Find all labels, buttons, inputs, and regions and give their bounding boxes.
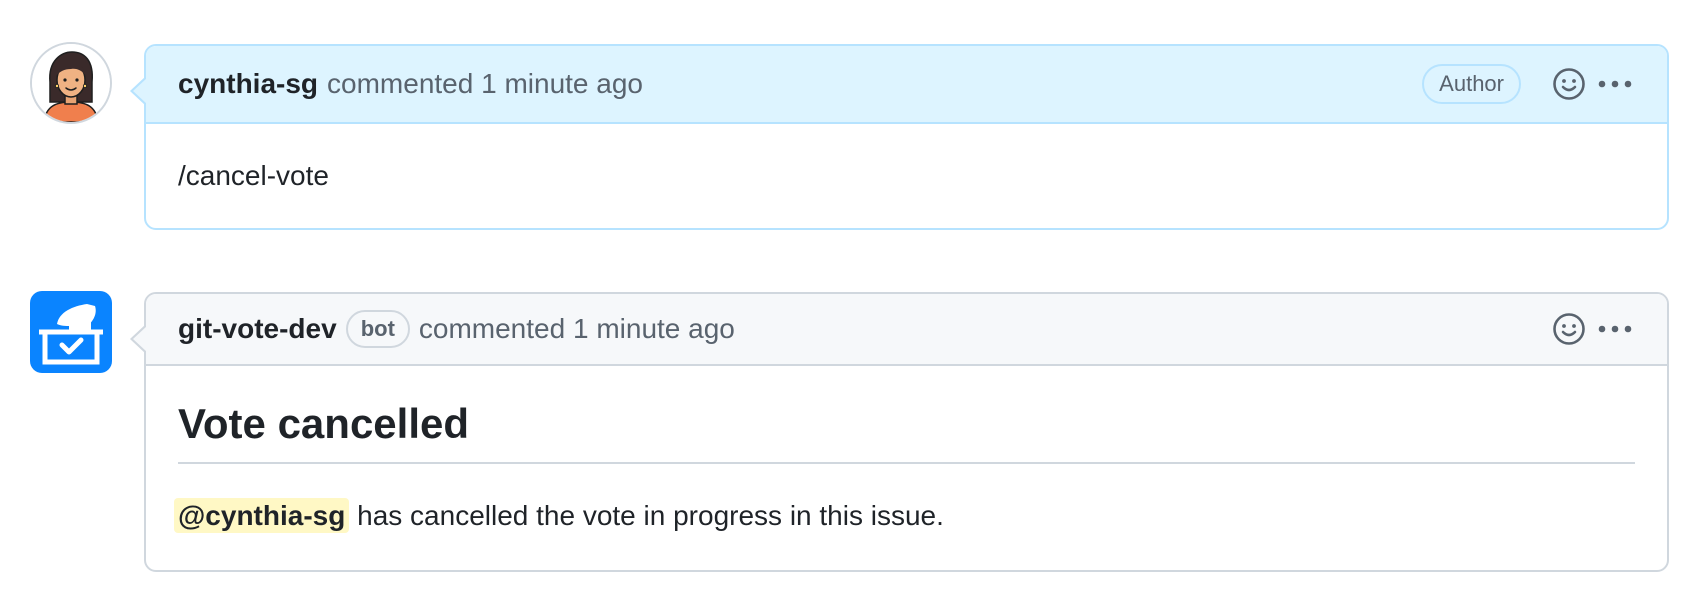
author-badge: Author	[1422, 64, 1521, 104]
kebab-horizontal-icon	[1598, 80, 1632, 88]
more-options-button[interactable]	[1595, 64, 1635, 104]
more-options-button[interactable]	[1595, 309, 1635, 349]
smiley-icon	[1553, 68, 1585, 100]
comment-action: commented	[418, 313, 566, 344]
comment-header: cynthia-sg commented 1 minute ago Author	[146, 46, 1667, 124]
issue-timeline: cynthia-sg commented 1 minute ago Author	[0, 0, 1702, 615]
comment-body-text: @cynthia-sg has cancelled the vote in pr…	[174, 464, 1635, 533]
comment-body: /cancel-vote	[146, 124, 1667, 192]
add-reaction-button[interactable]	[1549, 64, 1589, 104]
add-reaction-button[interactable]	[1549, 309, 1589, 349]
comment-author-link[interactable]: cynthia-sg	[178, 68, 318, 100]
avatar[interactable]	[30, 42, 112, 124]
comment-author-link[interactable]: git-vote-dev	[178, 313, 337, 345]
comment-action: commented	[327, 68, 474, 99]
user-mention-link[interactable]: @cynthia-sg	[174, 498, 350, 533]
ballot-box-icon	[39, 304, 103, 365]
comment-timestamp[interactable]: 1 minute ago	[573, 313, 735, 344]
kebab-horizontal-icon	[1598, 325, 1632, 333]
user-avatar-illustration	[32, 44, 110, 122]
comment-header: git-vote-dev bot commented 1 minute ago	[146, 294, 1667, 366]
vote-cancelled-heading: Vote cancelled	[178, 366, 1635, 464]
comment-timestamp[interactable]: 1 minute ago	[481, 68, 643, 99]
bot-avatar[interactable]	[30, 291, 112, 373]
comment-meta: commented 1 minute ago	[419, 313, 735, 345]
comment-box: cynthia-sg commented 1 minute ago Author	[130, 44, 1669, 230]
bot-badge: bot	[345, 310, 410, 348]
smiley-icon	[1553, 313, 1585, 345]
comment-body-text: /cancel-vote	[178, 160, 329, 191]
comment-meta: commented 1 minute ago	[327, 68, 643, 100]
comment-body-rest: has cancelled the vote in progress in th…	[349, 500, 944, 531]
comment-box: git-vote-dev bot commented 1 minute ago	[130, 292, 1669, 572]
comment-body: Vote cancelled @cynthia-sg has cancelled…	[146, 366, 1667, 533]
